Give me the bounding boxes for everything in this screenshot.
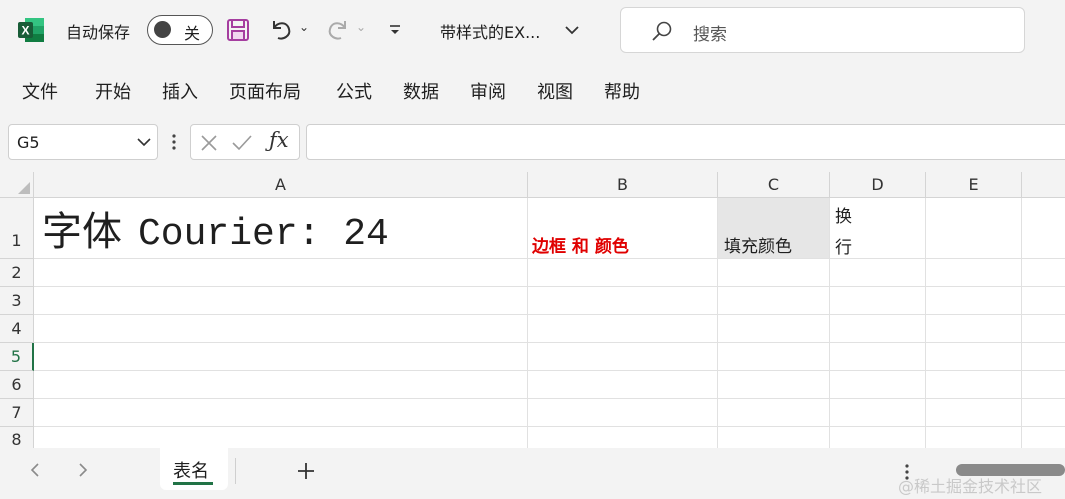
column-header-b[interactable]: B [528, 172, 718, 198]
tab-page-layout[interactable]: 页面布局 [229, 78, 301, 104]
column-header-c[interactable]: C [718, 172, 830, 198]
chevron-down-icon[interactable] [564, 24, 580, 36]
cell-a1[interactable]: 字体 Courier: 24 [34, 198, 528, 259]
search-box[interactable]: 搜索 [620, 7, 1025, 53]
tab-insert[interactable]: 插入 [162, 78, 198, 104]
insert-function-icon[interactable]: ƒx [269, 128, 289, 152]
autosave-state: 关 [184, 24, 201, 43]
cell-b1[interactable]: 边框 和 颜色 [528, 198, 718, 259]
chevron-down-icon[interactable] [137, 137, 151, 147]
sheet-tab-label: 表名 [173, 461, 209, 482]
gridline [34, 314, 1065, 315]
save-icon[interactable] [226, 18, 250, 42]
autosave-label: 自动保存 [66, 23, 131, 42]
gridline [34, 426, 1065, 427]
tab-review[interactable]: 审阅 [470, 78, 506, 104]
cell-c1-text: 填充颜色 [724, 237, 792, 257]
gridline [34, 370, 1065, 371]
cell-d1[interactable]: 换 行 [830, 198, 926, 259]
row-header-8[interactable]: 8 [0, 427, 34, 448]
redo-icon[interactable] [325, 17, 351, 43]
gridline [1021, 198, 1022, 448]
row-header-6[interactable]: 6 [0, 371, 34, 399]
cell-d1-line2: 行 [835, 238, 852, 258]
row-header-4[interactable]: 4 [0, 315, 34, 343]
scroll-left-icon[interactable] [28, 462, 42, 478]
column-header-a[interactable]: A [34, 172, 528, 198]
row-header-2[interactable]: 2 [0, 259, 34, 287]
cell-a1-latin-text: Courier: 24 [138, 213, 389, 256]
row-header-3[interactable]: 3 [0, 287, 34, 315]
sheet-tab-active[interactable]: 表名 [160, 448, 228, 490]
redo-dropdown-icon[interactable]: ⌄ [356, 20, 366, 34]
cell-a1-cjk-text: 字体 [42, 209, 122, 255]
svg-text:X: X [21, 24, 29, 38]
formula-input[interactable] [306, 124, 1065, 160]
scroll-right-icon[interactable] [76, 462, 90, 478]
formula-buttons: ƒx [190, 124, 300, 160]
excel-logo-icon: X [18, 18, 44, 42]
tab-view[interactable]: 视图 [537, 78, 573, 104]
tab-home[interactable]: 开始 [95, 78, 131, 104]
row-header-1[interactable]: 1 [0, 198, 34, 259]
autosave-toggle[interactable]: 关 [147, 15, 213, 45]
divider [235, 458, 236, 484]
gridline [34, 398, 1065, 399]
name-box-value: G5 [17, 133, 40, 152]
toggle-knob [154, 21, 171, 38]
gridline [34, 286, 1065, 287]
row-header-7[interactable]: 7 [0, 399, 34, 427]
column-header-f[interactable] [1022, 172, 1065, 198]
row-header-5[interactable]: 5 [0, 343, 34, 371]
column-header-d[interactable]: D [830, 172, 926, 198]
spreadsheet-grid: A B C D E 1 2 3 4 5 6 7 8 字体 Courier: 24… [0, 172, 1065, 448]
customize-toolbar-icon[interactable] [388, 23, 402, 37]
enter-check-icon[interactable] [231, 133, 253, 153]
select-all-icon [18, 182, 30, 194]
title-bar: X 自动保存 关 ⌄ ⌄ 带样式的EX... 搜索 [0, 0, 1065, 62]
document-title[interactable]: 带样式的EX... [440, 19, 540, 43]
undo-icon[interactable] [268, 17, 294, 43]
add-sheet-icon[interactable] [296, 461, 316, 481]
active-tab-underline [173, 482, 213, 485]
tab-formulas[interactable]: 公式 [336, 78, 372, 104]
cancel-icon[interactable] [199, 133, 219, 153]
name-box[interactable]: G5 [8, 124, 158, 160]
column-header-e[interactable]: E [926, 172, 1022, 198]
undo-dropdown-icon[interactable]: ⌄ [299, 20, 309, 34]
search-placeholder: 搜索 [693, 25, 727, 45]
cell-d1-line1: 换 [835, 207, 852, 227]
cell-c1[interactable]: 填充颜色 [718, 198, 830, 259]
cell-b1-text: 边框 和 颜色 [532, 237, 629, 257]
watermark: @稀土掘金技术社区 [898, 477, 1043, 496]
gridline [34, 342, 1065, 343]
tab-data[interactable]: 数据 [403, 78, 439, 104]
search-icon [652, 21, 672, 41]
select-all-corner[interactable] [0, 172, 34, 198]
tab-file[interactable]: 文件 [22, 78, 58, 104]
more-options-icon[interactable] [170, 133, 178, 151]
tab-help[interactable]: 帮助 [604, 78, 640, 104]
